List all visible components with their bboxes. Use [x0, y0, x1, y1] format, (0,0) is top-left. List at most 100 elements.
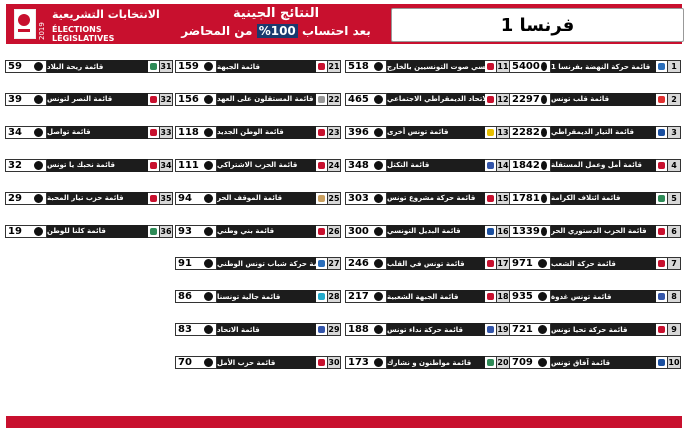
rank-number: 4: [667, 158, 681, 172]
party-logo-icon: [485, 356, 496, 370]
list-name: قائمة النصر لتونس: [47, 92, 148, 106]
party-logo-icon: [656, 257, 667, 271]
vote-count-value: 159: [178, 61, 199, 72]
party-logo-icon: [656, 92, 667, 106]
vote-count: 935: [509, 290, 551, 304]
party-logo-icon: [316, 290, 327, 304]
list-name: قائمة عيش تونسي صوت التونسيين بالخارج: [387, 60, 485, 73]
vote-count: 709: [509, 356, 551, 370]
result-row: 159 قائمة الجبهة 21: [175, 60, 341, 73]
vote-count-value: 32: [8, 159, 22, 171]
party-logo-icon: [485, 290, 496, 304]
vote-count-value: 29: [8, 192, 22, 204]
results-subtitle: بعد احتساب 100% من المحاضر: [181, 24, 371, 38]
party-logo-icon: [316, 60, 327, 73]
result-row: 5400 قائمة حركة النهضة بفرنسا 1 1: [509, 60, 681, 73]
rank-number: 32: [159, 92, 173, 106]
result-row: 34 قائمة تواصل 33: [5, 125, 173, 139]
vote-count-value: 70: [178, 357, 192, 369]
vote-count-value: 59: [8, 61, 22, 72]
party-logo-icon: [656, 290, 667, 304]
result-row: 39 قائمة النصر لتونس 32: [5, 92, 173, 106]
list-name: قائمة تونس أخرى: [387, 125, 485, 139]
result-row: 1781 قائمة ائتلاف الكرامة 5: [509, 191, 681, 205]
party-logo-icon: [316, 224, 327, 238]
list-number-icon: [203, 192, 214, 204]
list-name: قائمة البديل التونسي: [387, 224, 485, 238]
result-row: 86 قائمة جالية تونسنا 28: [175, 290, 341, 304]
rank-number: 15: [496, 191, 510, 205]
list-name: قائمة مواطنون و نشارك: [387, 356, 485, 370]
list-number-icon: [537, 324, 548, 336]
party-logo-icon: [316, 92, 327, 106]
rank-number: 7: [667, 257, 681, 271]
list-number-icon: [539, 225, 548, 237]
party-logo-icon: [485, 323, 496, 337]
list-number-icon: [373, 126, 384, 138]
list-name: قائمة المستقلون على العهد: [217, 92, 316, 106]
list-number-icon: [203, 93, 214, 105]
vote-count: 348: [345, 158, 387, 172]
vote-count-value: 246: [348, 258, 369, 270]
vote-count: 59: [5, 60, 47, 73]
list-name: قائمة جالية تونسنا: [217, 290, 316, 304]
result-row: 465 قائمة الاتحاد الديمقراطي الاجتماعي 12: [345, 92, 510, 106]
vote-count: 86: [175, 290, 217, 304]
list-name: قائمة حركة النهضة بفرنسا 1: [551, 60, 656, 73]
vote-count-value: 111: [178, 159, 199, 171]
vote-count-value: 39: [8, 93, 22, 105]
rank-number: 14: [496, 158, 510, 172]
list-number-icon: [373, 291, 384, 303]
list-number-icon: [373, 357, 384, 369]
result-row: 188 قائمة حركة نداء تونس 19: [345, 323, 510, 337]
list-number-icon: [373, 61, 384, 72]
list-number-icon: [537, 357, 548, 369]
list-name: قائمة حركة تحيا تونس: [551, 323, 656, 337]
result-row: 1339 قائمة الحزب الدستوري الحر 6: [509, 224, 681, 238]
rank-number: 17: [496, 257, 510, 271]
vote-count: 83: [175, 323, 217, 337]
list-name: قائمة حركة شباب تونس الوطني: [217, 257, 316, 271]
result-row: 709 قائمة آفاق تونس 10: [509, 356, 681, 370]
party-logo-icon: [148, 125, 159, 139]
vote-count: 1842: [509, 158, 551, 172]
result-row: 59 قائمة ريحة البلاد 31: [5, 60, 173, 73]
vote-count: 465: [345, 92, 387, 106]
vote-count-value: 93: [178, 225, 192, 237]
vote-count-value: 5400: [512, 61, 540, 72]
vote-count-value: 118: [178, 126, 199, 138]
result-row: 971 قائمة حركة الشعب 7: [509, 257, 681, 271]
vote-count: 188: [345, 323, 387, 337]
constituency-name: فرنسا 1: [391, 8, 684, 42]
party-logo-icon: [656, 158, 667, 172]
list-name: قائمة نحبك يا تونس: [47, 158, 148, 172]
list-name: قائمة تونس في القلب: [387, 257, 485, 271]
list-name: قائمة تونس غدوة: [551, 290, 656, 304]
vote-count: 156: [175, 92, 217, 106]
result-row: 156 قائمة المستقلون على العهد 22: [175, 92, 341, 106]
list-number-icon: [33, 61, 44, 72]
list-number-icon: [33, 192, 44, 204]
list-name: قائمة تواصل: [47, 125, 148, 139]
list-number-icon: [33, 159, 44, 171]
rank-number: 19: [496, 323, 510, 337]
vote-count-value: 83: [178, 324, 192, 336]
list-name: قائمة حركة مشروع تونس: [387, 191, 485, 205]
party-logo-icon: [656, 191, 667, 205]
result-row: 396 قائمة تونس أخرى 13: [345, 125, 510, 139]
vote-count-value: 1842: [512, 159, 540, 171]
vote-count: 118: [175, 125, 217, 139]
vote-count-value: 721: [512, 324, 533, 336]
list-number-icon: [373, 258, 384, 270]
list-number-icon: [373, 159, 384, 171]
vote-count-value: 935: [512, 291, 533, 303]
list-number-icon: [203, 159, 214, 171]
footer-bar: [6, 416, 682, 428]
result-row: 217 قائمة الجبهة الشعبية 18: [345, 290, 510, 304]
party-logo-icon: [316, 356, 327, 370]
list-name: قائمة كلنا للوطن: [47, 224, 148, 238]
list-number-icon: [203, 225, 214, 237]
party-logo-icon: [148, 191, 159, 205]
vote-count: 91: [175, 257, 217, 271]
result-row: 111 قائمة الحزب الاشتراكي 24: [175, 158, 341, 172]
